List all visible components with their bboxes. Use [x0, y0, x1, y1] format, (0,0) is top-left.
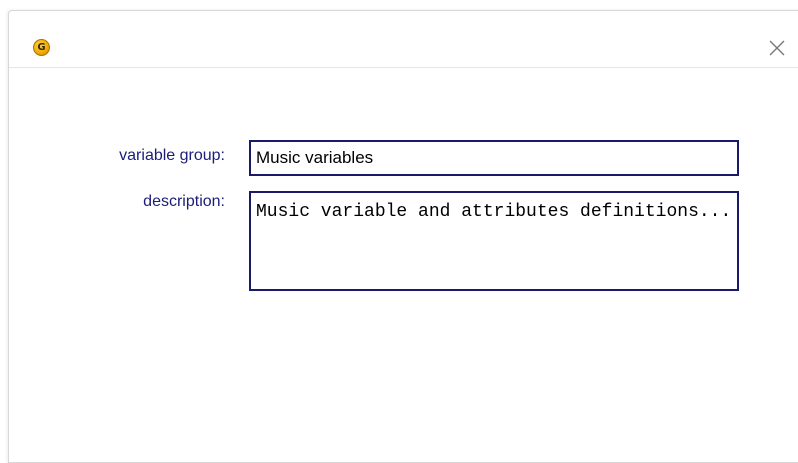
dialog-window: G variable group: description: Music var…	[8, 10, 798, 463]
app-logo-icon: G	[33, 39, 50, 56]
title-bar: G	[9, 11, 798, 68]
variable-group-label: variable group:	[119, 147, 225, 164]
close-icon	[769, 40, 785, 56]
description-textarea[interactable]: Music variable and attributes definition…	[249, 191, 739, 291]
close-button[interactable]	[766, 37, 788, 59]
variable-group-input[interactable]	[249, 140, 739, 176]
description-label: description:	[143, 193, 225, 210]
